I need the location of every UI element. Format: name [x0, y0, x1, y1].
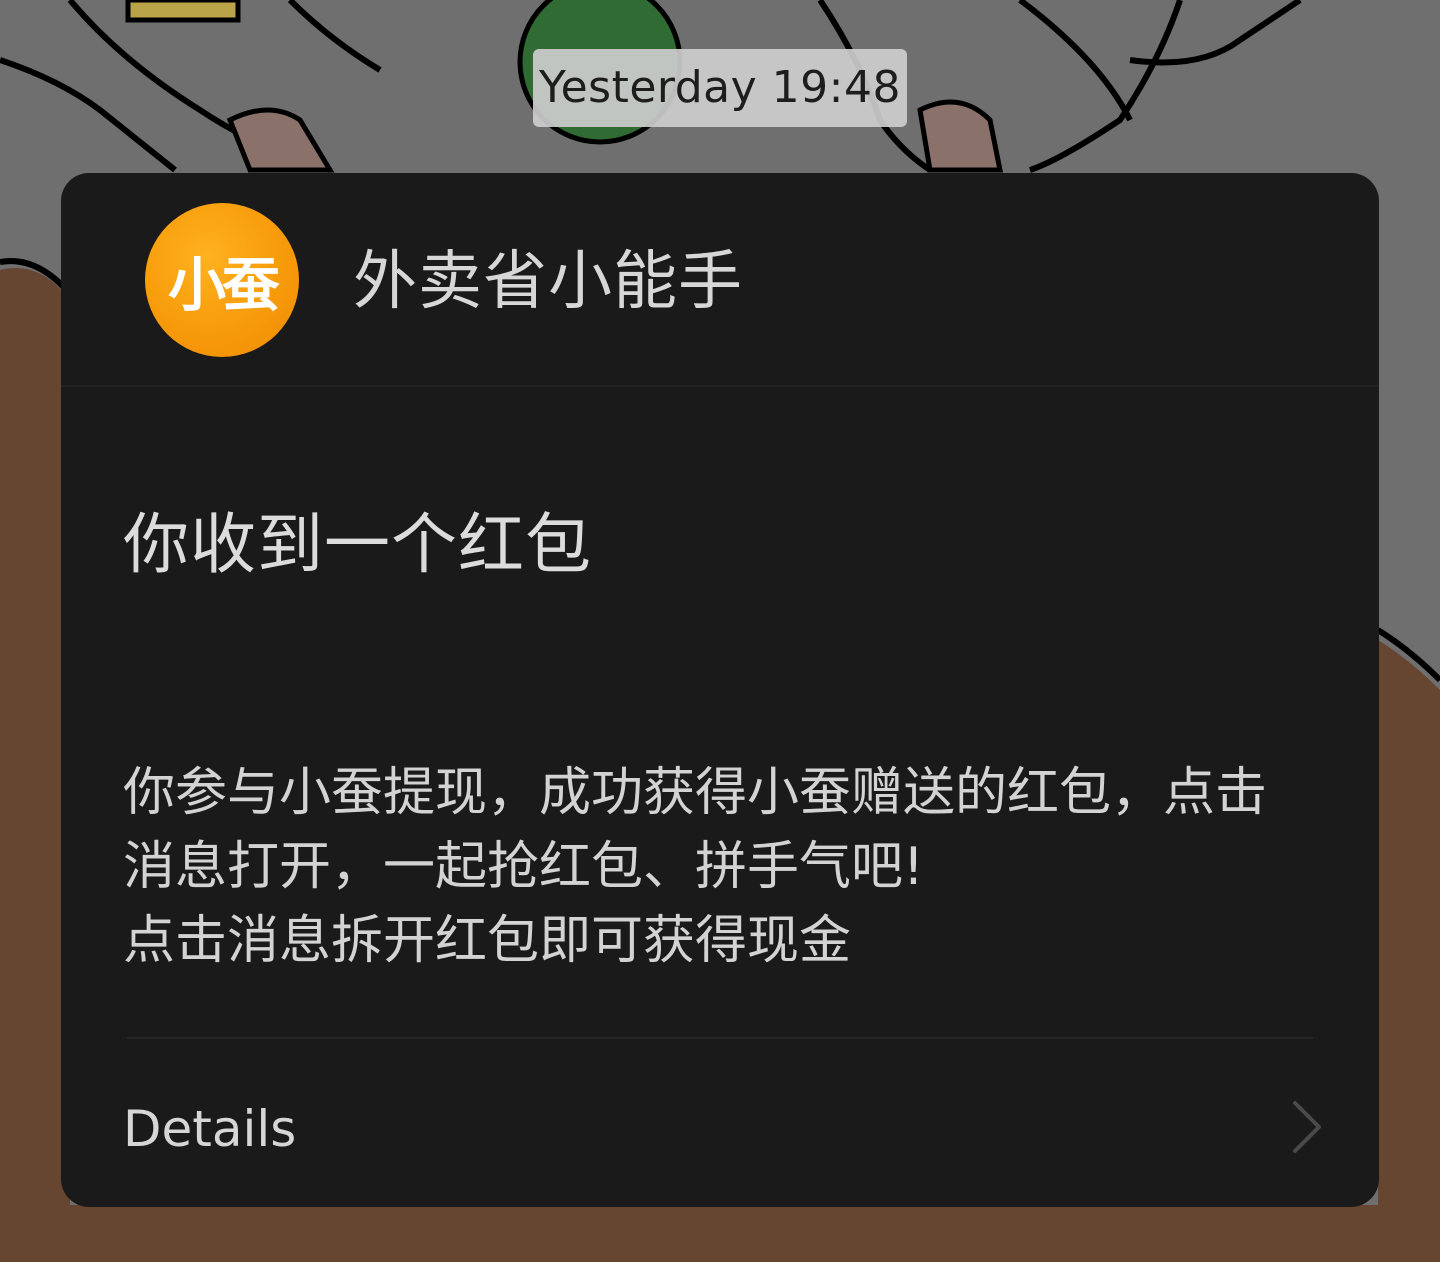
message-body-line: 点击消息拆开红包即可获得现金	[123, 911, 852, 971]
app-avatar-icon[interactable]: 小蚕	[145, 203, 299, 357]
app-name[interactable]: 外卖省小能手	[353, 245, 743, 319]
notification-card[interactable]: 小蚕 外卖省小能手 你收到一个红包 你参与小蚕提现，成功获得小蚕赠送的红包，点击…	[61, 173, 1379, 1207]
message-body-line: 你参与小蚕提现，成功获得小蚕赠送的红包，点击	[123, 763, 1268, 823]
message-body: 你参与小蚕提现，成功获得小蚕赠送的红包，点击 消息打开，一起抢红包、拼手气吧! …	[123, 756, 1323, 978]
message-body-line: 消息打开，一起抢红包、拼手气吧!	[123, 837, 924, 897]
details-label: Details	[123, 1100, 297, 1158]
message-title: 你收到一个红包	[123, 506, 592, 583]
card-header: 小蚕 外卖省小能手	[61, 173, 1379, 387]
timestamp-pill: Yesterday 19:48	[533, 49, 907, 127]
avatar-text: 小蚕	[167, 251, 280, 319]
chevron-right-icon	[1293, 1101, 1321, 1153]
details-button[interactable]: Details	[61, 1039, 1379, 1207]
